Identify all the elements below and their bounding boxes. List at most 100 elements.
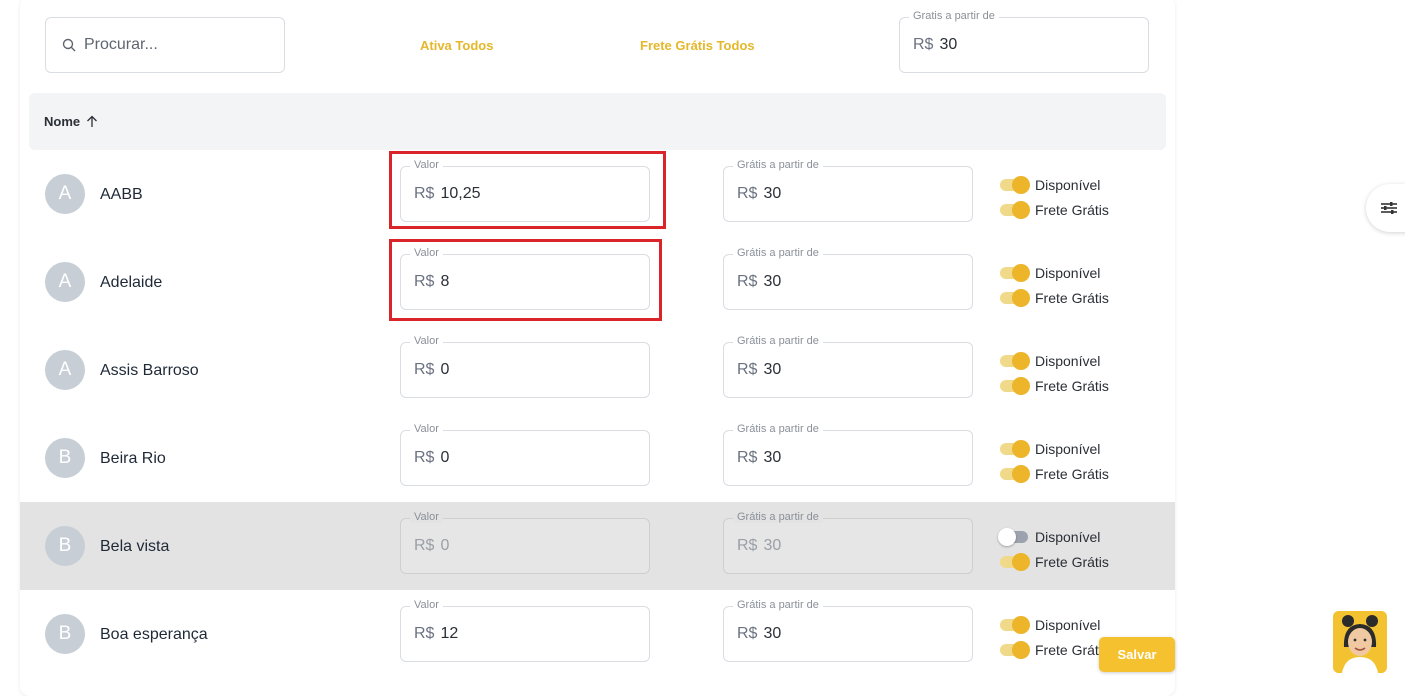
toggle-switch[interactable] (1000, 288, 1030, 307)
delivery-price-field[interactable]: Valor R$ 0 (400, 511, 650, 574)
free-shipping-toggle[interactable]: Frete Grátis (1000, 637, 1109, 662)
avatar: B (45, 614, 85, 654)
filter-button[interactable] (1366, 184, 1405, 232)
available-label: Disponível (1035, 440, 1101, 457)
free-from-value: 30 (763, 449, 782, 466)
free-from-field[interactable]: Grátis a partir de R$ 30 (723, 335, 973, 398)
free-shipping-label: Frete Grátis (1035, 553, 1109, 570)
search-input[interactable]: Procurar... (45, 17, 285, 73)
toggle-switch[interactable] (1000, 376, 1030, 395)
currency-prefix: R$ (414, 537, 435, 554)
toggle-knob (998, 527, 1016, 546)
delivery-price-label: Valor (410, 599, 443, 611)
delivery-price-value: 0 (440, 537, 450, 554)
free-shipping-toggle[interactable]: Frete Grátis (1000, 461, 1109, 486)
neighborhood-name: AABB (100, 186, 143, 203)
free-shipping-toggle[interactable]: Frete Grátis (1000, 285, 1109, 310)
available-label: Disponível (1035, 352, 1101, 369)
sliders-icon (1381, 202, 1397, 214)
avatar: A (45, 174, 85, 214)
neighborhood-name: Assis Barroso (100, 362, 199, 379)
avatar: A (45, 350, 85, 390)
global-free-from-value: 30 (939, 36, 958, 53)
delivery-price-field[interactable]: Valor R$ 0 (400, 335, 650, 398)
avatar: B (45, 438, 85, 478)
table-row: B Bela vista Valor R$ 0 Grátis a partir d… (20, 502, 1175, 590)
free-from-label: Grátis a partir de (733, 423, 823, 435)
row-toggles: Disponível Frete Grátis (1000, 348, 1109, 398)
currency-prefix: R$ (414, 273, 435, 290)
delivery-price-field[interactable]: Valor R$ 0 (400, 423, 650, 486)
delivery-price-label: Valor (410, 159, 443, 171)
arrow-up-icon[interactable] (86, 115, 98, 128)
available-label: Disponível (1035, 528, 1101, 545)
available-toggle[interactable]: Disponível (1000, 172, 1109, 197)
free-from-label: Grátis a partir de (733, 159, 823, 171)
free-shipping-toggle[interactable]: Frete Grátis (1000, 197, 1109, 222)
free-from-value: 30 (763, 625, 782, 642)
currency-prefix: R$ (414, 361, 435, 378)
table-row: A Assis Barroso Valor R$ 0 Grátis a parti… (20, 326, 1175, 414)
row-toggles: Disponível Frete Grátis (1000, 172, 1109, 222)
available-toggle[interactable]: Disponível (998, 524, 1109, 549)
free-shipping-toggle[interactable]: Frete Grátis (1000, 373, 1109, 398)
toggle-switch[interactable] (1000, 200, 1030, 219)
neighborhood-name: Bela vista (100, 538, 170, 555)
available-toggle[interactable]: Disponível (1000, 260, 1109, 285)
delivery-price-value: 8 (440, 273, 450, 290)
toggle-knob (1012, 376, 1030, 395)
neighborhood-name: Boa esperança (100, 626, 208, 643)
delivery-price-field[interactable]: Valor R$ 12 (400, 599, 650, 662)
free-from-value: 30 (763, 185, 782, 202)
available-toggle[interactable]: Disponível (1000, 612, 1109, 637)
free-from-field[interactable]: Grátis a partir de R$ 30 (723, 247, 973, 310)
row-toggles: Disponível Frete Grátis (1000, 612, 1109, 662)
assistant-avatar-icon[interactable] (1333, 611, 1387, 673)
available-toggle[interactable]: Disponível (1000, 436, 1109, 461)
save-button[interactable]: Salvar (1099, 637, 1175, 672)
toggle-switch[interactable] (1000, 351, 1030, 370)
toggle-switch[interactable] (1000, 439, 1030, 458)
delivery-price-value: 12 (440, 625, 459, 642)
free-shipping-label: Frete Grátis (1035, 201, 1109, 218)
row-toggles: Disponível Frete Grátis (998, 524, 1109, 574)
delivery-price-field[interactable]: Valor R$ 10,25 (400, 159, 650, 222)
free-from-field[interactable]: Grátis a partir de R$ 30 (723, 423, 973, 486)
table-row: A AABB Valor R$ 10,25 Grátis a partir de … (20, 150, 1175, 238)
free-shipping-all-button[interactable]: Frete Grátis Todos (640, 38, 755, 53)
currency-prefix: R$ (414, 449, 435, 466)
toggle-switch[interactable] (1000, 640, 1030, 659)
delivery-price-field[interactable]: Valor R$ 8 (400, 247, 650, 310)
delivery-price-value: 0 (440, 449, 450, 466)
currency-prefix: R$ (737, 273, 758, 290)
column-header-name[interactable]: Nome (44, 114, 80, 129)
toggle-knob (1012, 439, 1030, 458)
global-free-from-label: Gratis a partir de (909, 10, 999, 22)
avatar: A (45, 262, 85, 302)
toggle-switch[interactable] (1000, 552, 1030, 571)
toggle-switch[interactable] (1000, 175, 1030, 194)
free-from-field[interactable]: Grátis a partir de R$ 30 (723, 599, 973, 662)
free-shipping-toggle[interactable]: Frete Grátis (1000, 549, 1109, 574)
delivery-price-value: 10,25 (440, 185, 481, 202)
currency-prefix: R$ (913, 36, 934, 53)
row-toggles: Disponível Frete Grátis (1000, 436, 1109, 486)
table-row: B Boa esperança Valor R$ 12 Grátis a part… (20, 590, 1175, 678)
currency-prefix: R$ (414, 185, 435, 202)
free-from-field[interactable]: Grátis a partir de R$ 30 (723, 511, 973, 574)
free-from-value: 30 (763, 537, 782, 554)
currency-prefix: R$ (737, 449, 758, 466)
toggle-switch[interactable] (1000, 464, 1030, 483)
search-icon (62, 38, 76, 52)
toggle-switch[interactable] (998, 527, 1028, 546)
free-from-label: Grátis a partir de (733, 335, 823, 347)
free-from-field[interactable]: Grátis a partir de R$ 30 (723, 159, 973, 222)
currency-prefix: R$ (737, 625, 758, 642)
delivery-price-label: Valor (410, 511, 443, 523)
free-shipping-label: Frete Grátis (1035, 465, 1109, 482)
global-free-from-field[interactable]: Gratis a partir de R$ 30 (899, 10, 1149, 73)
available-toggle[interactable]: Disponível (1000, 348, 1109, 373)
toggle-switch[interactable] (1000, 263, 1030, 282)
toggle-switch[interactable] (1000, 615, 1030, 634)
activate-all-button[interactable]: Ativa Todos (420, 38, 493, 53)
